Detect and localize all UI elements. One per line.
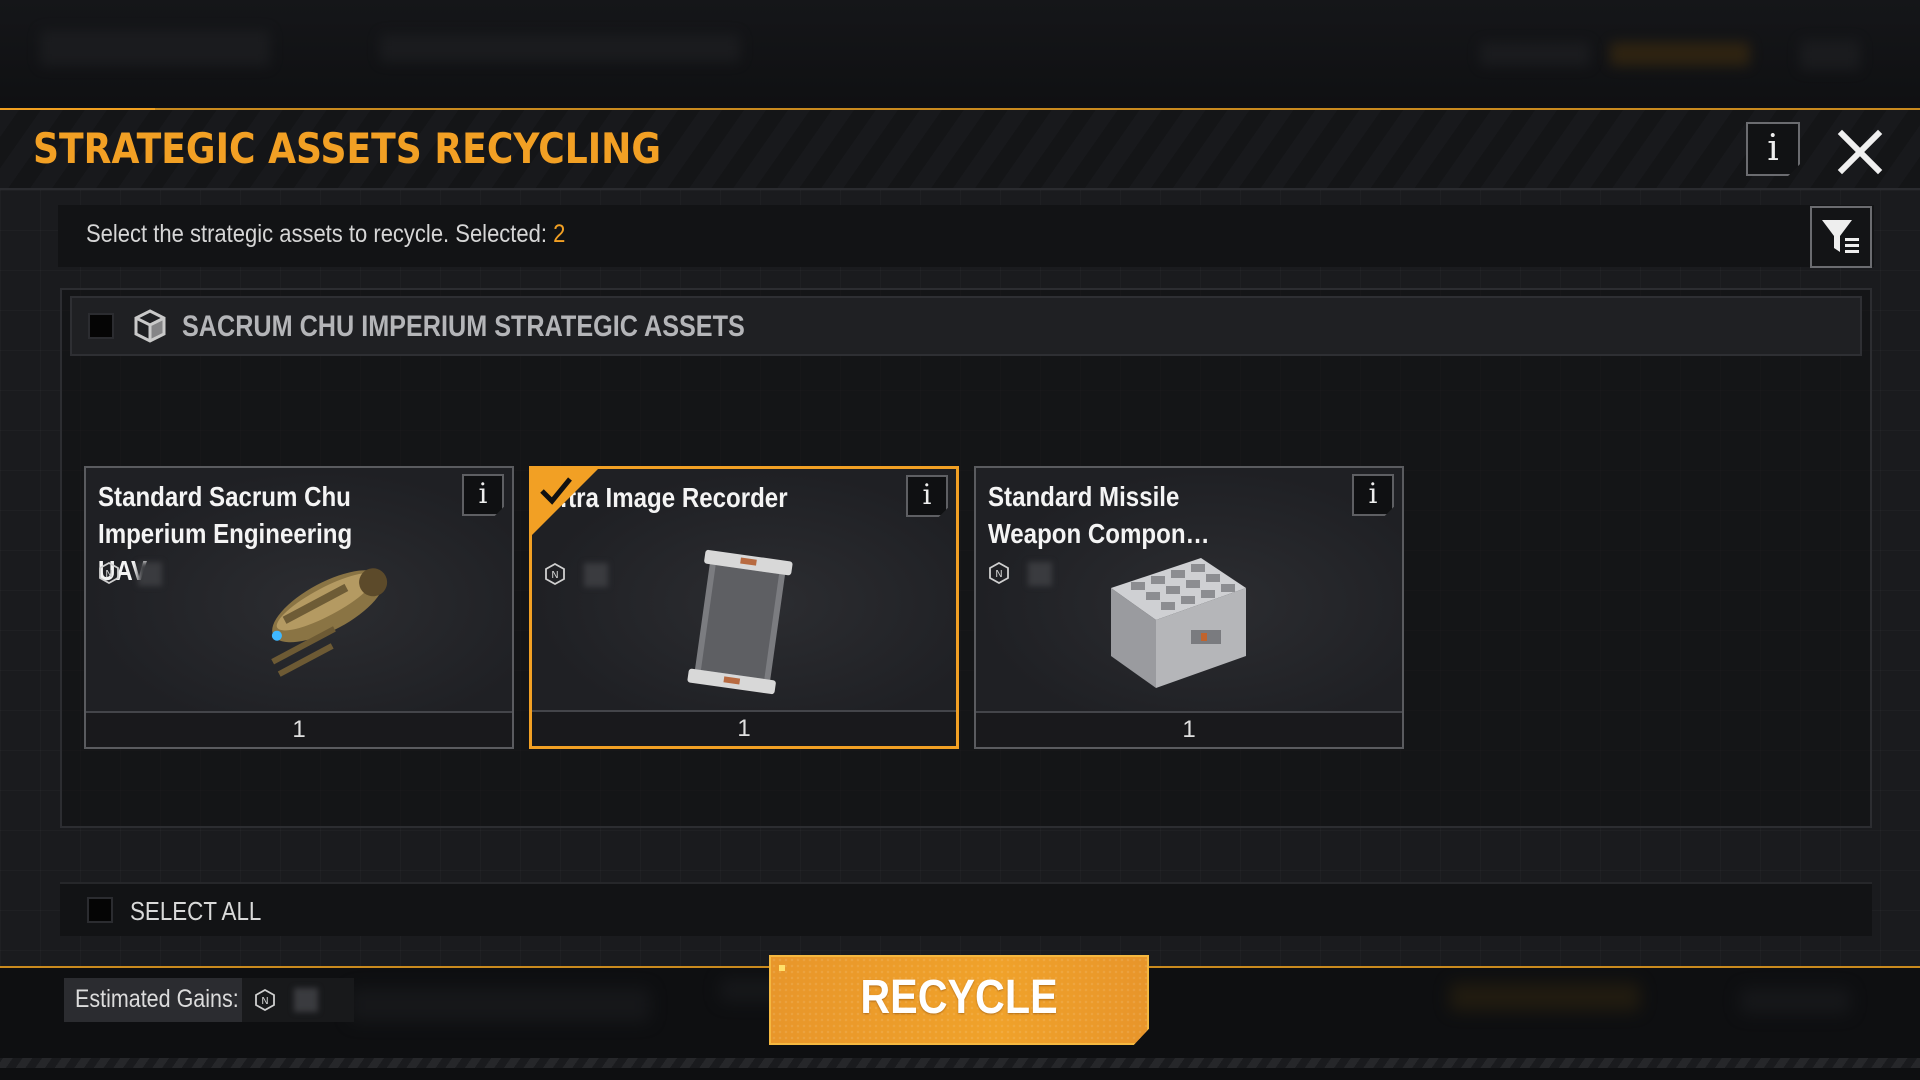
asset-value-obscured: [138, 562, 162, 586]
currency-coin-icon: N: [99, 562, 119, 584]
asset-info-button[interactable]: i: [462, 474, 504, 516]
asset-group-header[interactable]: SACRUM CHU IMPERIUM STRATEGIC ASSETS: [70, 296, 1862, 356]
svg-text:N: N: [261, 996, 268, 1007]
info-icon: i: [478, 477, 488, 510]
info-icon: i: [1767, 128, 1779, 169]
recycling-dialog: STRATEGIC ASSETS RECYCLING i Select the …: [0, 108, 1920, 1068]
info-icon: i: [1368, 477, 1378, 510]
select-all-checkbox[interactable]: [87, 897, 113, 923]
currency-coin-icon: N: [255, 989, 275, 1011]
asset-info-button[interactable]: i: [1352, 474, 1394, 516]
asset-group-title: SACRUM CHU IMPERIUM STRATEGIC ASSETS: [182, 310, 745, 343]
asset-count: 1: [532, 710, 956, 746]
currency-coin-icon: N: [545, 563, 565, 585]
asset-card-missile-weapon-component[interactable]: Standard Missile Weapon Compon… i N 1: [974, 466, 1404, 749]
asset-name: Standard Missile Weapon Compon…: [988, 481, 1210, 549]
asset-value-obscured: [1028, 562, 1052, 586]
selected-check-icon: [532, 469, 598, 535]
currency-coin-icon: N: [989, 562, 1009, 584]
background-top-ui: [0, 0, 1920, 108]
filter-icon: [1822, 220, 1859, 253]
asset-count: 1: [86, 711, 512, 747]
select-all-bar[interactable]: SELECT ALL: [60, 882, 1872, 936]
dialog-title: STRATEGIC ASSETS RECYCLING: [33, 124, 662, 173]
info-button[interactable]: i: [1746, 122, 1800, 176]
asset-card-image-recorder[interactable]: …tra Image Recorder i N 1: [529, 466, 959, 749]
asset-card-engineering-uav[interactable]: Standard Sacrum Chu Imperium Engineering…: [84, 466, 514, 749]
recycle-button-label: RECYCLE: [860, 971, 1058, 1024]
image-recorder-icon: [687, 549, 793, 695]
selected-count: 2: [553, 220, 566, 248]
estimated-gains-value: N: [242, 978, 354, 1022]
selection-instruction: Select the strategic assets to recycle. …: [86, 220, 548, 248]
svg-text:N: N: [995, 569, 1002, 580]
asset-value-obscured: [584, 563, 608, 587]
filter-button[interactable]: [1810, 206, 1872, 268]
dialog-titlebar: STRATEGIC ASSETS RECYCLING i: [0, 110, 1920, 190]
cube-icon: [134, 309, 166, 343]
svg-text:N: N: [105, 569, 112, 580]
estimated-gains: Estimated Gains: N: [64, 978, 354, 1022]
gains-value-obscured: [294, 988, 318, 1012]
group-checkbox[interactable]: [88, 313, 114, 339]
asset-info-button[interactable]: i: [906, 475, 948, 517]
svg-text:N: N: [551, 570, 558, 581]
asset-count: 1: [976, 711, 1402, 747]
close-icon[interactable]: [1832, 124, 1888, 180]
estimated-gains-label: Estimated Gains:: [75, 985, 239, 1013]
select-all-label: SELECT ALL: [130, 896, 262, 926]
button-corner-dot: [779, 965, 785, 971]
recycle-button[interactable]: RECYCLE: [769, 955, 1149, 1045]
missile-component-crate-icon: [1111, 558, 1246, 688]
selection-status-text: Select the strategic assets to recycle. …: [86, 220, 565, 249]
info-icon: i: [922, 478, 932, 511]
hazard-stripe: [0, 1058, 1920, 1068]
selection-status-bar: Select the strategic assets to recycle. …: [58, 205, 1874, 267]
